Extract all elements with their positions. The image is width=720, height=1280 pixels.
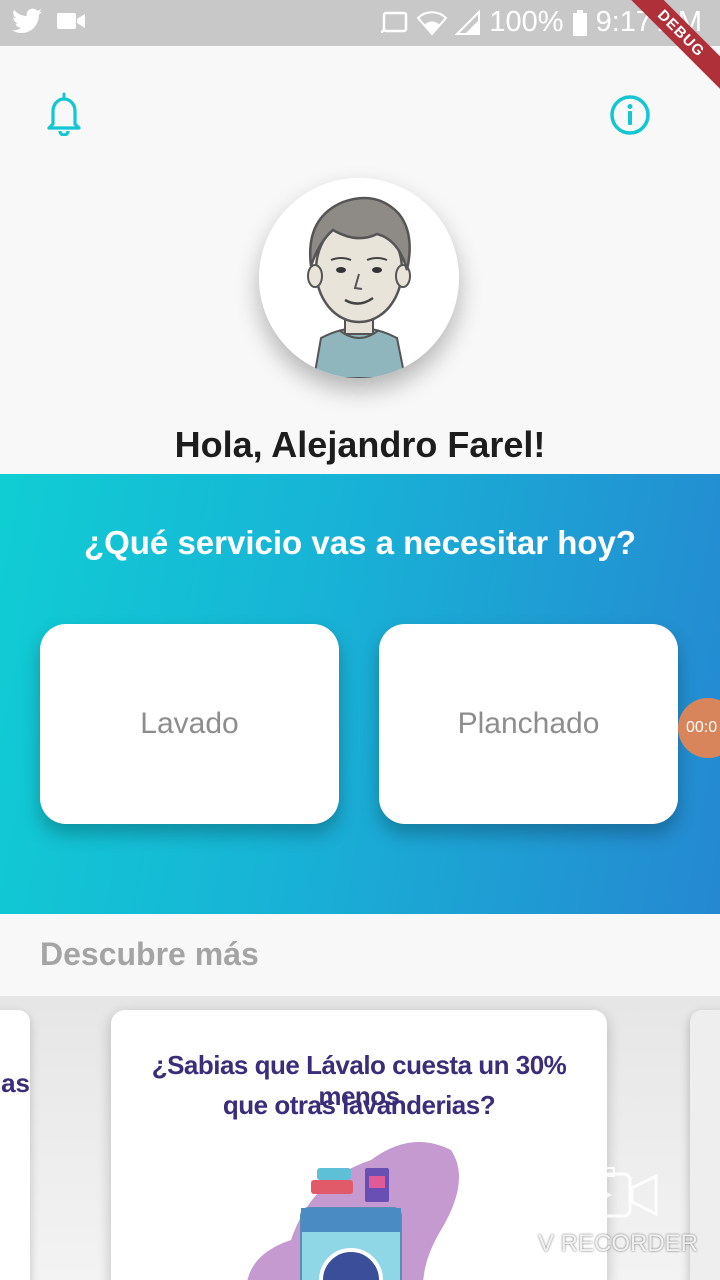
service-question: ¿Qué servicio vas a necesitar hoy? — [83, 524, 637, 561]
recorder-watermark-text: V RECORDER — [537, 1230, 699, 1257]
recorder-timer-bubble[interactable]: 00:0 — [678, 698, 720, 758]
twitter-icon — [12, 8, 42, 33]
service-card-label: Lavado — [140, 707, 239, 740]
service-card-lavado[interactable]: Lavado — [40, 624, 339, 824]
video-icon — [57, 13, 85, 29]
cast-icon — [381, 11, 408, 33]
info-icon — [610, 95, 650, 135]
greeting-title: Hola, Alejandro Farel! — [174, 424, 546, 465]
service-card-label: Planchado — [457, 707, 600, 740]
recorder-timer-text: 00:0 — [686, 719, 718, 736]
battery-percentage: 100% — [489, 6, 564, 38]
notifications-button[interactable] — [44, 92, 84, 137]
signal-icon — [455, 9, 481, 35]
promo-card-line2: que otras lavanderias? — [222, 1090, 496, 1120]
service-card-planchado[interactable]: Planchado — [379, 624, 678, 824]
service-selection-panel: ¿Qué servicio vas a necesitar hoy? Lavad… — [0, 474, 720, 914]
discover-section-title: Descubre más — [40, 936, 259, 972]
promo-card-text-fragment: ias — [0, 1068, 30, 1098]
promo-card-previous[interactable]: ias — [0, 1010, 30, 1280]
battery-icon — [572, 9, 587, 36]
wifi-icon — [417, 10, 448, 36]
user-avatar-illustration — [259, 178, 459, 378]
info-button[interactable] — [609, 94, 651, 136]
bell-icon — [47, 92, 81, 137]
video-camera-icon — [576, 1167, 658, 1218]
status-bar: 100% 9:17 AM — [0, 0, 720, 46]
avatar[interactable] — [259, 178, 459, 378]
